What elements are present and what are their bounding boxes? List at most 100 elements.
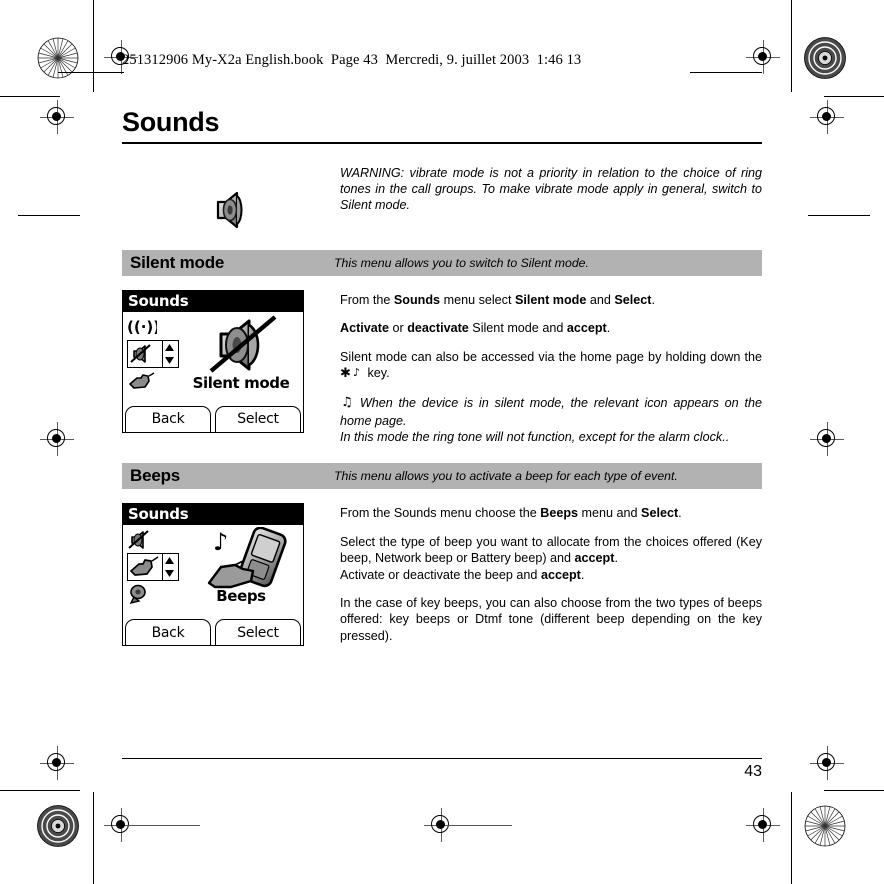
- registration-crosshair-top-inner-right: [746, 40, 780, 74]
- svg-text:♪: ♪: [213, 528, 228, 556]
- registration-crosshair-right-middle: [810, 422, 844, 456]
- ring-tones-icon: [129, 585, 146, 605]
- crop-rule-bottom-center-left: [128, 824, 200, 826]
- header-rule-left: [58, 72, 124, 73]
- phone-main-icon-silent-mode: [185, 312, 301, 378]
- rail-selected-silent-mode: [127, 339, 179, 368]
- softkey-select-silent-mode[interactable]: Select: [215, 405, 301, 432]
- musical-note-icon: ♫: [340, 394, 354, 412]
- svg-text:✱: ✱: [340, 366, 351, 378]
- crop-rule-vertical-right: [791, 0, 793, 92]
- crop-rule-top-right-inner: [808, 215, 870, 217]
- paragraph-beeps-3: In the case of key beeps, you can also c…: [340, 595, 762, 643]
- run-text: From the Sounds menu choose the: [340, 506, 541, 521]
- star-key-icon: ✱ ♪: [340, 366, 364, 382]
- run-text: key.: [364, 366, 390, 381]
- paragraph-silent-3: Silent mode can also be accessed via the…: [340, 349, 762, 383]
- header-rule-right: [690, 72, 762, 73]
- run-bold: accept: [540, 567, 581, 582]
- run-bold: Sounds: [393, 292, 441, 307]
- section-title-silent-mode: Silent mode: [130, 252, 225, 272]
- run-text: Activate or deactivate the beep and: [340, 567, 541, 582]
- softkey-back-silent-mode[interactable]: Back: [125, 405, 211, 432]
- run-bold: Select: [614, 292, 652, 307]
- svg-text:♫: ♫: [341, 395, 353, 408]
- paragraph-silent-note: ♫ When the device is in silent mode, the…: [340, 394, 762, 445]
- screenshot-cell-beeps: Sounds ♪ Beeps Back Select: [122, 503, 340, 647]
- crop-rule-top-left-inner: [18, 215, 80, 217]
- run-text: menu select: [440, 292, 515, 307]
- softkey-back-beeps[interactable]: Back: [125, 619, 211, 646]
- phone-screen-label-silent-mode: Silent mode: [192, 373, 290, 392]
- section-title-beeps: Beeps: [130, 466, 181, 486]
- rail-icon-silent-mode: [127, 527, 179, 553]
- run-bold: Activate: [340, 321, 389, 336]
- registration-crosshair-left-lower: [40, 746, 74, 780]
- registration-crosshair-left-middle: [40, 422, 74, 456]
- run-text: .: [606, 321, 611, 336]
- run-text: and: [586, 292, 615, 307]
- loudspeaker-icon: [216, 191, 243, 229]
- footer-divider: [122, 758, 762, 760]
- title-divider: [122, 142, 762, 144]
- phone-softkeys-silent-mode: Back Select: [123, 405, 303, 432]
- page-number: 43: [744, 763, 762, 780]
- run-text: .: [678, 506, 682, 521]
- crop-rule-bottom-right: [824, 790, 884, 792]
- warning-icon-cell: [122, 164, 340, 232]
- crop-rule-vertical-left-bottom: [93, 792, 95, 884]
- run-bold: deactivate: [407, 321, 469, 336]
- registration-crosshair-bottom-center: [424, 808, 458, 842]
- screenshot-cell-silent-mode: Sounds ((·)) Silent mode Back Select: [122, 289, 340, 433]
- phone-main-icon-beeps: ♪: [185, 525, 301, 591]
- registration-crosshair-right-lower: [810, 746, 844, 780]
- crop-rule-bottom-left-inner: [18, 790, 80, 792]
- hand-beep-icon: [129, 372, 155, 389]
- hand-holding-phone-icon: ♪: [207, 527, 287, 589]
- run-bold: accept: [566, 321, 607, 336]
- section-header-silent-mode: Silent mode This menu allows you to swit…: [122, 249, 762, 276]
- page-title: Sounds: [122, 107, 220, 137]
- rail-icon-network-waves: ((·)): [127, 314, 179, 340]
- file-header-text: 251312906 My-X2a English.book Page 43 Me…: [122, 52, 582, 68]
- run-text: Select the type of beep you want to allo…: [340, 534, 762, 566]
- registration-crosshair-bottom-inner-right: [746, 808, 780, 842]
- phone-screenshot-silent-mode: Sounds ((·)) Silent mode Back Select: [122, 289, 304, 433]
- run-text: .: [614, 551, 618, 566]
- paragraph-beeps-2: Select the type of beep you want to allo…: [340, 534, 762, 583]
- hand-beep-icon: [130, 556, 159, 577]
- run-bold: Beeps: [540, 506, 579, 521]
- paragraph-beeps-1: From the Sounds menu choose the Beeps me…: [340, 505, 762, 521]
- section-header-beeps: Beeps This menu allows you to activate a…: [122, 463, 762, 490]
- run-text: menu and: [578, 506, 642, 521]
- rail-selected-beeps: [127, 553, 179, 582]
- paragraph-silent-2: Activate or deactivate Silent mode and a…: [340, 320, 762, 336]
- rail-icon-ring-tones: [127, 581, 179, 607]
- silent-mode-icon: [128, 530, 149, 550]
- run-text: Silent mode and: [468, 321, 567, 336]
- crop-rule-top-left: [0, 96, 60, 98]
- speaker-crossed-out-icon: [209, 315, 277, 373]
- section-subtitle-beeps: This menu allows you to activate a beep …: [334, 469, 678, 484]
- softkey-select-beeps[interactable]: Select: [215, 619, 301, 646]
- concentric-target-mark-top-right: [804, 37, 846, 79]
- page-content: Sounds WARNING: vibrate mode is not a pr…: [122, 107, 762, 647]
- phone-icon-rail-beeps: [127, 527, 179, 607]
- phone-screenshot-beeps: Sounds ♪ Beeps Back Select: [122, 503, 304, 647]
- silent-mode-icon: [130, 344, 151, 363]
- phone-scroll-indicator: [162, 554, 176, 581]
- crop-rule-bottom-left: [0, 790, 60, 792]
- crop-rule-top-right: [824, 96, 884, 98]
- phone-screen-main-beeps: ♪ Beeps: [123, 525, 303, 613]
- phone-screen-label-beeps: Beeps: [216, 587, 266, 606]
- phone-screen-title-silent-mode: Sounds: [123, 290, 303, 312]
- section-subtitle-silent-mode: This menu allows you to switch to Silent…: [334, 255, 589, 270]
- section-text-silent-mode: From the Sounds menu select Silent mode …: [340, 290, 762, 446]
- crop-rule-vertical-left: [93, 0, 95, 92]
- crop-rule-vertical-right-bottom: [791, 792, 793, 884]
- run-text: .: [580, 567, 585, 582]
- star-burst-mark-top-left: [37, 37, 79, 79]
- note-line-2: In this mode the ring tone will not func…: [340, 430, 730, 445]
- run-text: or: [389, 321, 408, 336]
- registration-crosshair-bottom-inner-left: [104, 808, 138, 842]
